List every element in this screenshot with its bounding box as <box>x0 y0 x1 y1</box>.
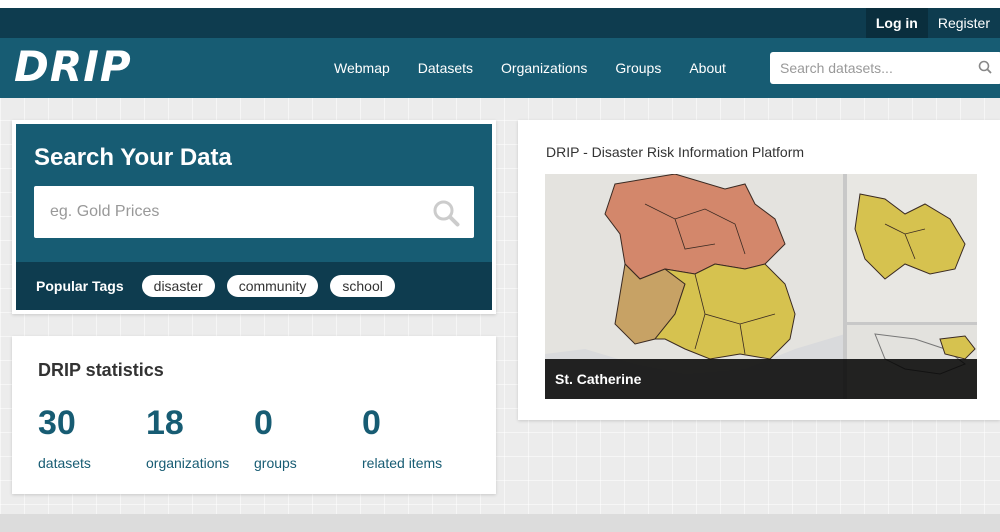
featured-map-image[interactable]: St. Catherine <box>545 174 977 399</box>
popular-tags-bar: Popular Tags disaster community school <box>16 262 492 310</box>
stat-label: organizations <box>146 455 230 471</box>
page-bottom-strip <box>0 514 1000 532</box>
search-icon[interactable] <box>978 60 992 79</box>
nav-search-input[interactable] <box>770 60 960 76</box>
top-edge <box>0 0 1000 8</box>
dataset-search-input[interactable] <box>34 186 414 238</box>
stats-title: DRIP statistics <box>38 360 164 380</box>
stat-label: related items <box>362 455 443 471</box>
stat-label: groups <box>254 455 297 471</box>
top-bar: Log in Register <box>0 8 1000 38</box>
register-link[interactable]: Register <box>928 8 1000 38</box>
tag-disaster[interactable]: disaster <box>141 275 215 297</box>
nav-datasets[interactable]: Datasets <box>418 60 473 76</box>
nav-about[interactable]: About <box>689 60 726 76</box>
dataset-search-field <box>34 186 474 238</box>
tag-community[interactable]: community <box>226 275 319 297</box>
drip-logo[interactable]: DRIP <box>14 42 132 91</box>
stat-value: 30 <box>38 404 76 442</box>
tag-school[interactable]: school <box>330 275 395 297</box>
nav-links: Webmap Datasets Organizations Groups Abo… <box>334 38 754 98</box>
search-icon[interactable] <box>432 199 460 232</box>
stat-value: 0 <box>254 404 273 442</box>
stat-datasets[interactable]: 30 datasets <box>38 404 91 471</box>
nav-organizations[interactable]: Organizations <box>501 60 587 76</box>
map-caption: St. Catherine <box>545 359 977 399</box>
stat-value: 0 <box>362 404 381 442</box>
nav-groups[interactable]: Groups <box>615 60 661 76</box>
stat-related-items[interactable]: 0 related items <box>362 404 442 471</box>
search-panel-title: Search Your Data <box>34 144 232 171</box>
login-link[interactable]: Log in <box>865 8 928 38</box>
nav-webmap[interactable]: Webmap <box>334 60 390 76</box>
nav-search <box>770 52 1000 84</box>
drip-statistics-panel: DRIP statistics 30 datasets 18 organizat… <box>12 336 496 494</box>
stat-value: 18 <box>146 404 184 442</box>
main-navbar: DRIP Webmap Datasets Organizations Group… <box>0 38 1000 98</box>
featured-title: DRIP - Disaster Risk Information Platfor… <box>546 144 805 160</box>
stat-label: datasets <box>38 455 91 471</box>
stat-groups[interactable]: 0 groups <box>254 404 297 471</box>
featured-panel: DRIP - Disaster Risk Information Platfor… <box>518 120 1000 420</box>
stat-organizations[interactable]: 18 organizations <box>146 404 229 471</box>
search-your-data-panel: Search Your Data Popular Tags disaster c… <box>12 120 496 314</box>
popular-tags-label: Popular Tags <box>36 278 124 294</box>
